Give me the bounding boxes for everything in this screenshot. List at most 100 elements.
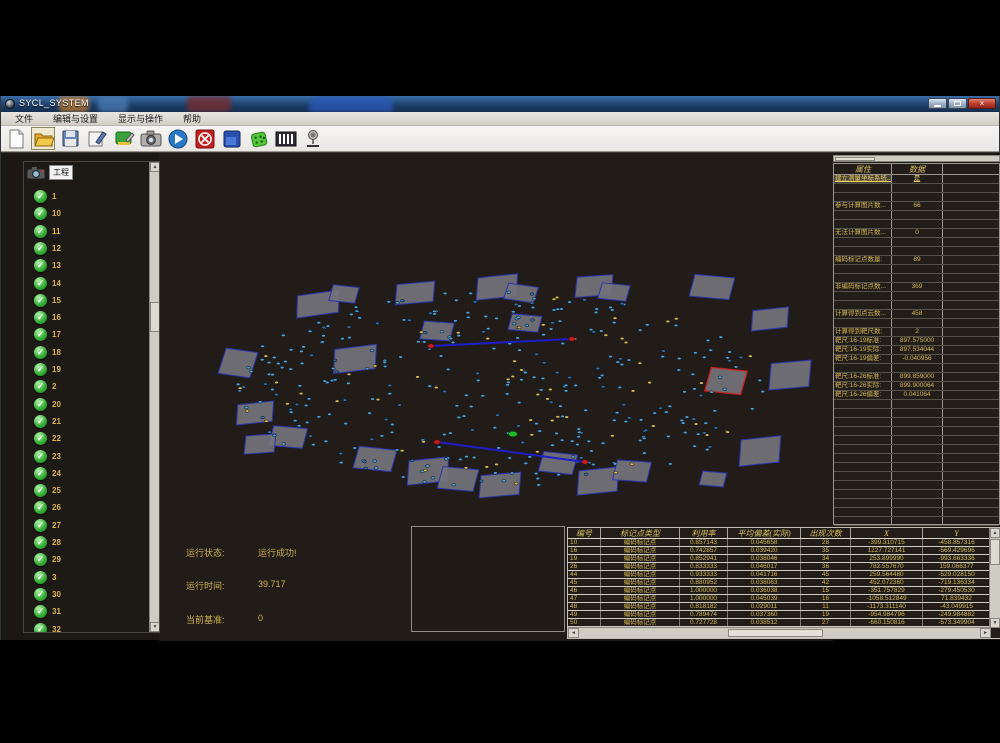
property-row[interactable] xyxy=(834,481,999,490)
property-row[interactable] xyxy=(834,454,999,463)
results-row[interactable]: 26编码标记点0.8333330.04601736782.557670159.0… xyxy=(568,563,1000,571)
scroll-up-icon[interactable]: ▲ xyxy=(150,162,160,172)
minimize-button[interactable] xyxy=(928,98,947,109)
microphone-button[interactable] xyxy=(301,127,325,150)
property-row[interactable] xyxy=(834,184,999,193)
property-row[interactable] xyxy=(834,499,999,508)
results-horizontal-scrollbar[interactable]: ◄ ► xyxy=(568,627,991,638)
results-vertical-scrollbar[interactable]: ▲ ▼ xyxy=(989,528,1000,628)
property-row[interactable]: 靶尺:16-26标准:899.859000 xyxy=(834,373,999,382)
property-row[interactable] xyxy=(834,508,999,517)
tree-item[interactable]: ✓10 xyxy=(34,205,61,222)
tree-item[interactable]: ✓27 xyxy=(34,517,61,534)
property-row[interactable]: 非编码标记点数...369 xyxy=(834,283,999,292)
property-row[interactable]: 参与计算图片数...66 xyxy=(834,202,999,211)
property-row[interactable]: 靶尺:16-19偏差:-0.040956 xyxy=(834,355,999,364)
property-row[interactable]: 编码标记点数量:89 xyxy=(834,256,999,265)
tree-item[interactable]: ✓1 xyxy=(34,188,56,205)
tree-item[interactable]: ✓2 xyxy=(34,378,56,395)
scroll-left-icon[interactable]: ◄ xyxy=(568,628,579,638)
tree-item[interactable]: ✓29 xyxy=(34,551,61,568)
properties-scrollbar-thumb[interactable] xyxy=(835,157,875,161)
property-row[interactable] xyxy=(834,445,999,454)
tree-item[interactable]: ✓16 xyxy=(34,309,61,326)
tree-item[interactable]: ✓12 xyxy=(34,240,61,257)
tree-item[interactable]: ✓24 xyxy=(34,465,61,482)
property-row[interactable] xyxy=(834,238,999,247)
results-row[interactable]: 10编码标记点0.8571430.04565828-399.310715-458… xyxy=(568,539,1000,547)
tree-item[interactable]: ✓19 xyxy=(34,361,61,378)
edit-button[interactable] xyxy=(85,127,109,150)
property-row[interactable]: 计算得到靶尺数:2 xyxy=(834,328,999,337)
results-row[interactable]: 49编码标记点0.7894740.03736019-954.984796-249… xyxy=(568,611,1000,619)
tree-item[interactable]: ✓3 xyxy=(34,569,56,586)
tree-item[interactable]: ✓20 xyxy=(34,396,61,413)
tree-item[interactable]: ✓11 xyxy=(34,223,60,240)
open-folder-button[interactable] xyxy=(31,127,55,150)
results-row[interactable]: 48编码标记点0.8181820.02901111-1173.311140-43… xyxy=(568,603,1000,611)
property-row[interactable] xyxy=(834,274,999,283)
barcode-button[interactable] xyxy=(274,127,298,150)
results-hscrollbar-thumb[interactable] xyxy=(728,629,823,637)
scroll-down-icon[interactable]: ▼ xyxy=(990,618,1000,628)
tree-item[interactable]: ✓26 xyxy=(34,499,61,516)
property-row[interactable] xyxy=(834,319,999,328)
tree-item[interactable]: ✓21 xyxy=(34,413,61,430)
tree-scrollbar[interactable]: ▲ ▼ xyxy=(149,162,159,632)
menu-item[interactable]: 编辑与设置 xyxy=(43,112,108,126)
tree-item[interactable]: ✓31 xyxy=(34,603,61,620)
menu-item[interactable]: 文件 xyxy=(5,112,43,126)
property-row[interactable] xyxy=(834,400,999,409)
results-row[interactable]: 47编码标记点1.0000000.04503916-1058.51284971.… xyxy=(568,595,1000,603)
property-row[interactable] xyxy=(834,490,999,499)
property-row[interactable] xyxy=(834,301,999,310)
menu-item[interactable]: 显示与操作 xyxy=(108,112,173,126)
scroll-down-icon[interactable]: ▼ xyxy=(150,622,160,632)
property-row[interactable] xyxy=(834,193,999,202)
tree-scrollbar-thumb[interactable] xyxy=(150,302,160,332)
results-row[interactable]: 44编码标记点0.9333330.04171645259.564480-529.… xyxy=(568,571,1000,579)
stop-button[interactable] xyxy=(193,127,217,150)
tree-root-node[interactable]: 工程 xyxy=(26,165,73,180)
property-row[interactable] xyxy=(834,364,999,373)
save-button[interactable] xyxy=(58,127,82,150)
restore-button[interactable] xyxy=(948,98,967,109)
new-file-button[interactable] xyxy=(4,127,28,150)
window-view-button[interactable] xyxy=(220,127,244,150)
tree-item[interactable]: ✓13 xyxy=(34,257,61,274)
property-row[interactable] xyxy=(834,418,999,427)
tree-item[interactable]: ✓28 xyxy=(34,534,61,551)
property-row[interactable] xyxy=(834,247,999,256)
image-edit-button[interactable] xyxy=(112,127,136,150)
property-row[interactable] xyxy=(834,427,999,436)
results-vscrollbar-thumb[interactable] xyxy=(990,539,1000,565)
tree-item[interactable]: ✓17 xyxy=(34,326,61,343)
tree-item[interactable]: ✓30 xyxy=(34,586,61,603)
property-row[interactable]: 靶尺:16-19实际:897.534044 xyxy=(834,346,999,355)
tree-item[interactable]: ✓22 xyxy=(34,430,61,447)
close-button[interactable]: × xyxy=(968,98,996,109)
tree-item[interactable]: ✓32 xyxy=(34,621,61,634)
property-row[interactable] xyxy=(834,292,999,301)
results-row[interactable]: 46编码标记点1.0000000.03603815-351.757829-279… xyxy=(568,587,1000,595)
results-row[interactable]: 19编码标记点0.8529410.03804634253.899990-993.… xyxy=(568,555,1000,563)
results-row[interactable]: 45编码标记点0.8809520.03806342452.072360-719.… xyxy=(568,579,1000,587)
tree-item[interactable]: ✓25 xyxy=(34,482,61,499)
tree-item[interactable]: ✓18 xyxy=(34,344,61,361)
tree-item[interactable]: ✓23 xyxy=(34,448,61,465)
results-row[interactable]: 50编码标记点0.7277280.03851227-660.150816-573… xyxy=(568,619,1000,627)
property-row[interactable]: 计算得到点云数...458 xyxy=(834,310,999,319)
tree-item[interactable]: ✓15 xyxy=(34,292,61,309)
property-row[interactable]: 无法计算图片数...0 xyxy=(834,229,999,238)
property-row[interactable] xyxy=(834,472,999,481)
pattern-grid-button[interactable] xyxy=(247,127,271,150)
tree-item[interactable]: ✓14 xyxy=(34,275,61,292)
title-bar[interactable]: SYCL_SYSTEM × xyxy=(1,96,999,112)
property-row[interactable] xyxy=(834,211,999,220)
property-row[interactable] xyxy=(834,517,999,526)
property-row[interactable]: 建立测量坐标系统...是 xyxy=(834,175,999,184)
menu-item[interactable]: 帮助 xyxy=(173,112,211,126)
property-row[interactable] xyxy=(834,265,999,274)
camera-button[interactable] xyxy=(139,127,163,150)
properties-scrollbar[interactable] xyxy=(833,155,1000,162)
